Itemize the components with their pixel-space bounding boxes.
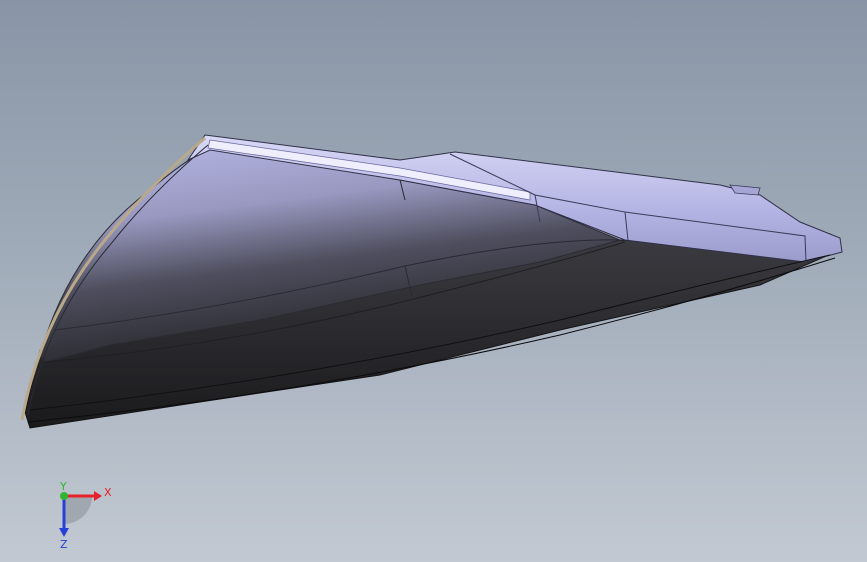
x-axis-arrow bbox=[94, 491, 102, 501]
graphics-viewport[interactable]: X Y Z bbox=[0, 0, 867, 562]
x-axis-label: X bbox=[104, 486, 112, 499]
z-axis-label: Z bbox=[60, 538, 68, 550]
orientation-triad[interactable]: X Y Z bbox=[40, 480, 120, 550]
y-axis-label: Y bbox=[59, 480, 67, 493]
triad-shadow bbox=[64, 496, 92, 524]
z-axis-arrow bbox=[59, 528, 69, 537]
3d-model[interactable] bbox=[0, 0, 867, 562]
y-axis-dot bbox=[60, 492, 68, 500]
